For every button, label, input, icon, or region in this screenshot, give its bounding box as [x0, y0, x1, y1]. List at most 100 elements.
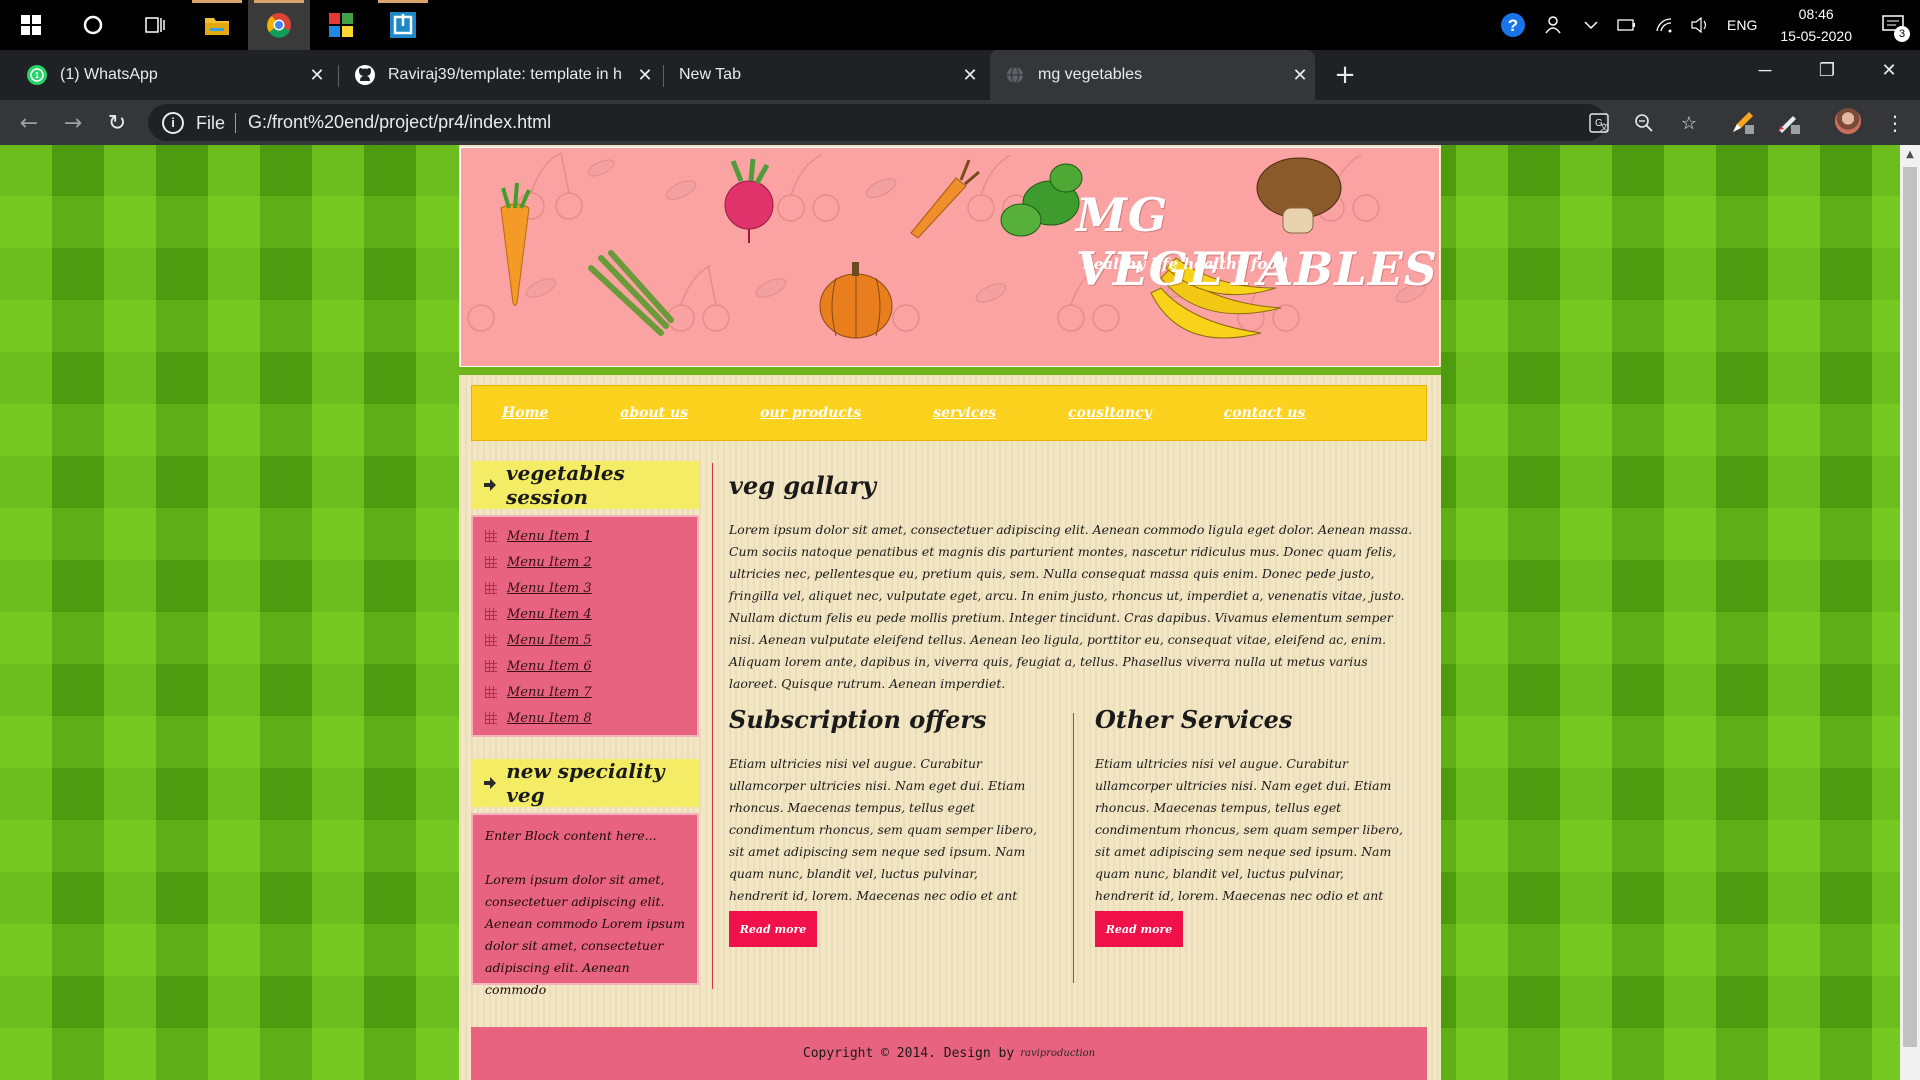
nav-consultancy[interactable]: cousltancy: [1068, 405, 1152, 421]
restore-icon[interactable]: ❐: [1796, 50, 1858, 90]
sidebar-menu-item-8[interactable]: Menu Item 8: [507, 711, 592, 726]
grid-bullet-icon: [485, 660, 497, 672]
system-tray: ? ENG 08:46 15-05-2020 3: [1490, 0, 1920, 50]
svg-text:文: 文: [1600, 122, 1608, 132]
app-tiles-button[interactable]: [310, 0, 372, 50]
tab-github[interactable]: Raviraj39/template: template in h ✕: [340, 50, 660, 100]
tab-label: New Tab: [679, 66, 741, 83]
editor-app-button[interactable]: [372, 0, 434, 50]
marker-extension-icon[interactable]: [1774, 108, 1804, 138]
site-container: MG VEGETABLES healthy life healthy food …: [459, 145, 1441, 1080]
pen-extension-icon[interactable]: [1728, 108, 1758, 138]
radish-icon: [724, 158, 774, 243]
wifi-icon: [1656, 18, 1672, 33]
list-item: Menu Item 2: [485, 549, 697, 575]
tab-label: mg vegetables: [1038, 66, 1143, 83]
profile-avatar[interactable]: [1833, 106, 1863, 136]
clock-date: 15-05-2020: [1780, 28, 1852, 44]
grid-bullet-icon: [485, 556, 497, 568]
sidebar-heading-text: vegetables session: [506, 461, 625, 509]
scrollbar-thumb[interactable]: [1903, 167, 1917, 1047]
file-explorer-button[interactable]: [186, 0, 248, 50]
subscription-read-more-button[interactable]: Read more: [729, 911, 817, 947]
sidebar-block-box: Enter Block content here... Lorem ipsum …: [471, 813, 699, 997]
chrome-taskbar-button[interactable]: [248, 0, 310, 50]
grid-bullet-icon: [485, 530, 497, 542]
close-window-icon[interactable]: ✕: [1858, 50, 1920, 90]
scroll-up-arrow-icon[interactable]: ▲: [1904, 149, 1916, 161]
tab-new-tab[interactable]: New Tab ✕: [665, 50, 985, 100]
wifi-tray-item[interactable]: [1646, 0, 1682, 50]
info-icon[interactable]: i: [162, 111, 184, 134]
sidebar-menu-item-1[interactable]: Menu Item 1: [507, 529, 592, 544]
page-scrollbar[interactable]: ▲: [1900, 145, 1920, 1080]
task-view-button[interactable]: [124, 0, 186, 50]
forward-arrow-icon[interactable]: →: [56, 106, 90, 140]
other-services-paragraph: Etiam ultricies nisi vel augue. Curabitu…: [1095, 756, 1403, 903]
new-tab-plus-icon[interactable]: +: [1325, 50, 1365, 100]
grid-bullet-icon: [485, 608, 497, 620]
nav-about-us[interactable]: about us: [620, 405, 688, 421]
footer-credit-link[interactable]: raviproduction: [1020, 1048, 1095, 1059]
tab-mg-vegetables[interactable]: mg vegetables ✕: [990, 50, 1315, 100]
speaker-icon: [1691, 17, 1707, 33]
tab-close-icon[interactable]: ✕: [1285, 65, 1315, 86]
list-item: Menu Item 6: [485, 653, 697, 679]
other-services-read-more-button[interactable]: Read more: [1095, 911, 1183, 947]
sidebar-menu-item-6[interactable]: Menu Item 6: [507, 659, 592, 674]
list-item: Menu Item 1: [485, 523, 697, 549]
footer-copyright: Copyright © 2014. Design by: [802, 1045, 1015, 1061]
people-tray-item[interactable]: [1536, 0, 1574, 50]
taskbar-clock[interactable]: 08:46 15-05-2020: [1766, 3, 1866, 47]
cortana-button[interactable]: [62, 0, 124, 50]
nav-our-products[interactable]: our products: [760, 405, 861, 421]
address-bar[interactable]: i File G:/front%20end/project/pr4/index.…: [148, 104, 1697, 141]
sidebar-heading-text: new speciality veg: [506, 759, 665, 807]
site-tagline: healthy life healthy food: [1083, 255, 1288, 273]
action-center-button[interactable]: 3: [1866, 0, 1920, 50]
tab-close-icon[interactable]: ✕: [955, 65, 985, 86]
show-hidden-icons[interactable]: [1574, 0, 1608, 50]
sidebar-menu-item-7[interactable]: Menu Item 7: [507, 685, 592, 700]
clock-time: 08:46: [1798, 6, 1834, 22]
list-item: Menu Item 7: [485, 679, 697, 705]
main-heading: veg gallary: [729, 471, 877, 500]
pumpkin-icon: [819, 262, 893, 339]
list-item: Menu Item 4: [485, 601, 697, 627]
start-button[interactable]: [0, 0, 62, 50]
help-tray-item[interactable]: ?: [1490, 0, 1536, 50]
spinach-icon: [1000, 163, 1083, 237]
nav-services[interactable]: services: [933, 405, 996, 421]
back-arrow-icon[interactable]: ←: [12, 106, 46, 140]
banner-divider: [459, 367, 1441, 375]
sidebar-menu-item-5[interactable]: Menu Item 5: [507, 633, 592, 648]
nav-contact-us[interactable]: contact us: [1224, 405, 1306, 421]
sidebar-menu-item-2[interactable]: Menu Item 2: [507, 555, 592, 570]
task-view-icon: [145, 17, 165, 33]
tab-whatsapp[interactable]: 1 (1) WhatsApp ✕: [12, 50, 332, 100]
site-footer: Copyright © 2014. Design by raviproducti…: [471, 1027, 1427, 1080]
translate-icon[interactable]: G文: [1588, 112, 1610, 134]
colored-tiles-icon: [329, 13, 353, 37]
bookmark-star-icon[interactable]: ☆: [1678, 112, 1700, 134]
main-intro-paragraph: Lorem ipsum dolor sit amet, consectetuer…: [729, 522, 1413, 691]
volume-tray-item[interactable]: [1682, 0, 1718, 50]
nav-home[interactable]: Home: [502, 405, 548, 421]
tab-close-icon[interactable]: ✕: [302, 65, 332, 86]
tab-label: Raviraj39/template: template in h: [388, 66, 622, 83]
sidebar-menu-item-3[interactable]: Menu Item 3: [507, 581, 592, 596]
sidebar-menu-item-4[interactable]: Menu Item 4: [507, 607, 592, 622]
url-text[interactable]: G:/front%20end/project/pr4/index.html: [248, 112, 551, 133]
grid-bullet-icon: [485, 582, 497, 594]
cortana-circle-icon: [83, 15, 103, 35]
header-banner: MG VEGETABLES healthy life healthy food: [460, 147, 1440, 367]
battery-tray-item[interactable]: [1608, 0, 1646, 50]
asparagus-icon: [588, 250, 674, 336]
chrome-menu-icon[interactable]: ⋮: [1880, 108, 1910, 138]
minimize-icon[interactable]: ─: [1734, 50, 1796, 90]
tab-close-icon[interactable]: ✕: [630, 65, 660, 86]
sidebar-heading-speciality: new speciality veg: [471, 759, 699, 807]
input-language[interactable]: ENG: [1718, 0, 1766, 50]
reload-icon[interactable]: ↻: [100, 106, 134, 140]
zoom-icon[interactable]: [1633, 112, 1655, 134]
